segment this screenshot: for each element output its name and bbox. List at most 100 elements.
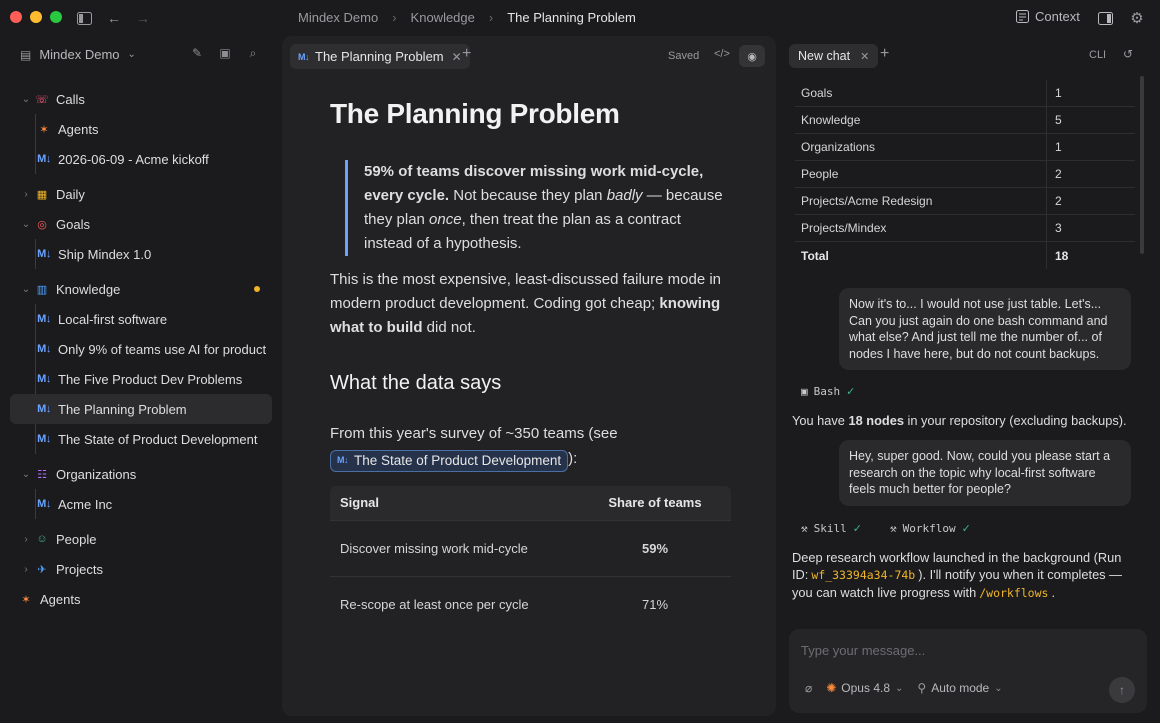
mode-selector[interactable]: ⚲ Auto mode ⌄ <box>917 681 1002 695</box>
column-header: Share of teams <box>608 495 702 510</box>
maximize-window-button[interactable] <box>50 11 62 23</box>
message-bold: 18 nodes <box>848 413 904 428</box>
sidebar-item-agents[interactable]: ✶ Agents <box>10 114 272 144</box>
search-icon[interactable]: ⌕ <box>246 46 260 60</box>
message-input[interactable]: Type your message... <box>801 643 925 658</box>
sidebar-item-ai-for-product[interactable]: M↓ Only 9% of teams use AI for product <box>10 334 272 364</box>
person-icon: ☺ <box>36 533 48 545</box>
note-link-chip[interactable]: M↓ The State of Product Development <box>330 449 569 472</box>
note-link-label: The State of Product Development <box>354 453 562 468</box>
cli-button[interactable]: CLI <box>1089 49 1106 61</box>
sidebar-item-organizations[interactable]: ⌄ ☷ Organizations <box>10 459 272 489</box>
chevron-right-icon[interactable]: › <box>18 189 34 200</box>
chevron-down-icon: ⌄ <box>994 682 1003 694</box>
chevron-down-icon[interactable]: ⌄ <box>18 94 34 105</box>
sparkle-icon: ✺ <box>826 681 837 695</box>
sidebar-toggle-icon[interactable] <box>75 9 93 27</box>
paragraph: This is the most expensive, least-discus… <box>330 268 732 340</box>
sidebar-item-planning-problem[interactable]: M↓ The Planning Problem <box>10 394 272 424</box>
title-bar: ← → Mindex Demo › Knowledge › The Planni… <box>0 0 1160 36</box>
check-icon: ✓ <box>961 523 971 535</box>
node-count-table: Goals 1 Knowledge 5 Organizations 1 People 2… <box>795 80 1135 269</box>
check-icon: ✓ <box>846 386 856 398</box>
sidebar: ▤ Mindex Demo ⌄ ✎ ▣ ⌕ ⌄ ☏ Calls ✶ Agents… <box>0 36 282 723</box>
chevron-right-icon[interactable]: › <box>18 564 34 575</box>
sidebar-item-goals[interactable]: ⌄ ◎ Goals <box>10 209 272 239</box>
breadcrumb-item[interactable]: Mindex Demo <box>298 10 378 25</box>
blockquote: 59% of teams discover missing work mid-c… <box>345 160 732 256</box>
inline-code[interactable]: /workflows <box>976 586 1051 600</box>
breadcrumb-separator: › <box>488 10 494 25</box>
tab-new-chat[interactable]: New chat ✕ <box>789 44 879 68</box>
organization-icon: ☷ <box>37 468 47 481</box>
tool-call-workflow[interactable]: ⚒ Workflow ✓ <box>890 522 971 535</box>
table-row: Re-scope at least once per cycle 71% <box>330 575 731 632</box>
tab-planning-problem[interactable]: M↓ The Planning Problem ✕ <box>290 44 470 69</box>
sidebar-item-ship-mindex[interactable]: M↓ Ship Mindex 1.0 <box>10 239 272 269</box>
survey-text: ): <box>568 450 578 467</box>
context-button[interactable]: Context <box>1016 9 1080 24</box>
target-icon: ◎ <box>37 218 47 231</box>
tool-call-skill[interactable]: ⚒ Skill ✓ <box>801 522 862 535</box>
sidebar-item-local-first[interactable]: M↓ Local-first software <box>10 304 272 334</box>
page-title: The Planning Problem <box>330 98 620 129</box>
tool-call-bash[interactable]: ▣ Bash ✓ <box>801 385 855 398</box>
chevron-right-icon[interactable]: › <box>18 534 34 545</box>
close-window-button[interactable] <box>10 11 22 23</box>
sidebar-item-knowledge[interactable]: ⌄ ▥ Knowledge <box>10 274 272 304</box>
file-tree: ⌄ ☏ Calls ✶ Agents M↓ 2026-06-09 - Acme … <box>10 84 272 614</box>
sidebar-item-calls[interactable]: ⌄ ☏ Calls <box>10 84 272 114</box>
sidebar-item-daily[interactable]: › ▦ Daily <box>10 179 272 209</box>
new-chat-plus-icon[interactable]: + <box>880 45 889 63</box>
sidebar-item-state-of-product[interactable]: M↓ The State of Product Development <box>10 424 272 454</box>
terminal-icon: ▣ <box>801 385 808 398</box>
close-icon[interactable]: ✕ <box>860 50 869 63</box>
chat-panel: New chat ✕ + CLI ↺ Goals 1 Knowledge 5 Org… <box>783 36 1155 716</box>
tool-name: Workflow <box>902 522 956 535</box>
sidebar-item-projects[interactable]: › ✈ Projects <box>10 554 272 584</box>
table-cell: 2 <box>1055 167 1062 181</box>
model-selector[interactable]: ✺ Opus 4.8 ⌄ <box>826 681 903 695</box>
close-icon[interactable]: ✕ <box>452 50 462 64</box>
sidebar-item-acme-inc[interactable]: M↓ Acme Inc <box>10 489 272 519</box>
agents-icon: ✶ <box>39 123 49 136</box>
table-row: Knowledge 5 <box>795 107 1135 134</box>
settings-gear-icon[interactable]: ⚙ <box>1128 9 1146 27</box>
minimize-window-button[interactable] <box>30 11 42 23</box>
quote-emphasis: once <box>429 211 462 228</box>
send-arrow-icon[interactable]: ↑ <box>1109 677 1135 703</box>
chevron-down-icon[interactable]: ⌄ <box>18 469 34 480</box>
table-cell: 71% <box>641 596 669 612</box>
sidebar-actions: ✎ ▣ ⌕ <box>190 46 260 61</box>
sidebar-item-people[interactable]: › ☺ People <box>10 524 272 554</box>
editor-pane: M↓ The Planning Problem ✕ + Saved </> ◉ … <box>282 36 776 716</box>
sidebar-item-label: The Planning Problem <box>58 401 187 417</box>
table-cell: People <box>795 161 1047 187</box>
sidebar-item-acme-kickoff[interactable]: M↓ 2026-06-09 - Acme kickoff <box>10 144 272 174</box>
sidebar-item-five-problems[interactable]: M↓ The Five Product Dev Problems <box>10 364 272 394</box>
skill-icon: ⚒ <box>801 522 808 535</box>
attach-paperclip-icon[interactable]: ⌀ <box>805 681 812 695</box>
forward-arrow-icon[interactable]: → <box>134 9 152 27</box>
new-note-icon[interactable]: ✎ <box>190 46 204 60</box>
breadcrumb-item[interactable]: Knowledge <box>411 10 475 25</box>
history-icon[interactable]: ↺ <box>1123 47 1133 61</box>
sidebar-item-agents-root[interactable]: ✶ Agents <box>10 584 272 614</box>
code-view-icon[interactable]: </> <box>714 48 730 60</box>
sidebar-item-label: Daily <box>56 186 85 202</box>
chevron-down-icon[interactable]: ⌄ <box>18 219 34 230</box>
check-icon: ✓ <box>852 523 862 535</box>
table-cell: 1 <box>1055 140 1062 154</box>
table-cell: 3 <box>1055 221 1062 235</box>
assistant-message: You have 18 nodes in your repository (ex… <box>792 412 1142 429</box>
workspace-icon: ▤ <box>20 47 32 62</box>
new-tab-plus-icon[interactable]: + <box>462 45 471 63</box>
workspace-switcher[interactable]: ▤ Mindex Demo ⌄ <box>20 47 136 62</box>
panel-toggle-icon[interactable] <box>1096 9 1114 27</box>
chevron-down-icon[interactable]: ⌄ <box>18 284 34 295</box>
preview-eye-icon[interactable]: ◉ <box>739 45 765 67</box>
chat-scrollbar[interactable] <box>1140 76 1144 254</box>
back-arrow-icon[interactable]: ← <box>105 9 123 27</box>
archive-icon[interactable]: ▣ <box>218 46 232 60</box>
table-row: Projects/Mindex 3 <box>795 215 1135 242</box>
